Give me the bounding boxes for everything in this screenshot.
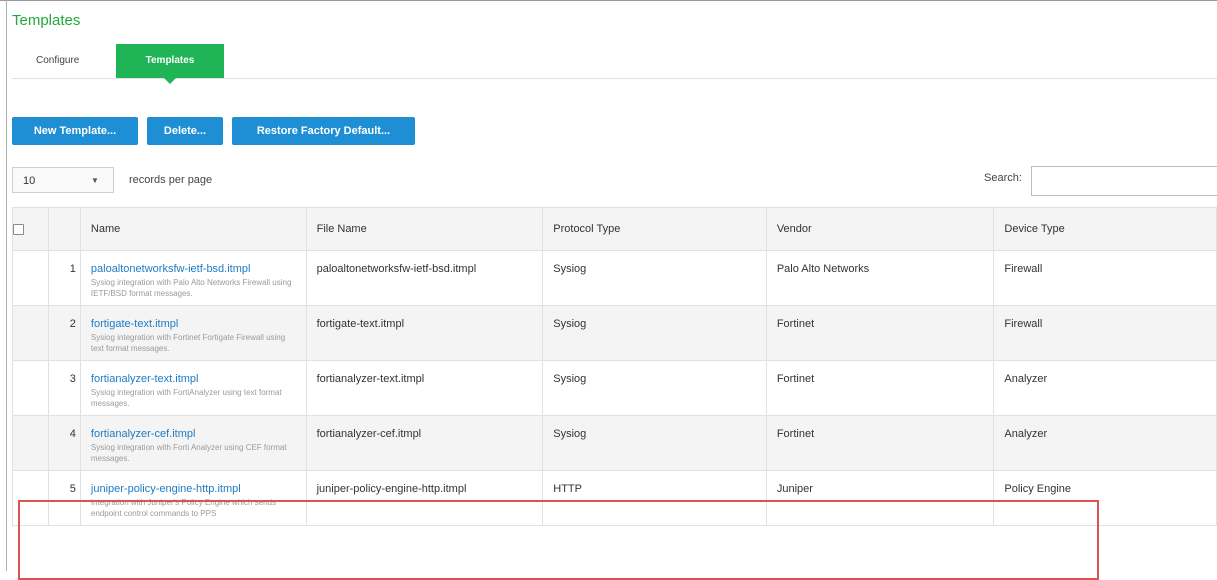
vendor-cell: Palo Alto Networks — [765, 250, 995, 306]
template-description: Integration with Juniper's Policy Engine… — [90, 498, 277, 518]
records-per-page-label: records per page — [129, 174, 213, 186]
table-row[interactable]: 4 fortianalyzer-cef.itmpl Sysiog integra… — [12, 415, 1217, 471]
row-number: 2 — [47, 305, 81, 361]
device-type-column-header[interactable]: Device Type — [993, 207, 1217, 251]
vendor-cell: Juniper — [765, 470, 995, 526]
protocol-type-cell: HTTP — [542, 470, 767, 526]
chevron-down-icon: ▼ — [91, 176, 99, 185]
template-name-link[interactable]: fortigate-text.itmpl — [91, 318, 296, 330]
table-row[interactable]: 1 paloaltonetworksfw-ietf-bsd.itmpl Sysi… — [12, 250, 1217, 306]
protocol-type-cell: Sysiog — [542, 360, 767, 416]
device-type-cell: Analyzer — [993, 415, 1217, 471]
templates-table: Name File Name Protocol Type Vendor Devi… — [12, 207, 1217, 526]
file-name-cell: fortianalyzer-text.itmpl — [305, 360, 544, 416]
window-left-border — [6, 0, 7, 571]
device-type-cell: Analyzer — [993, 360, 1217, 416]
vendor-cell: Fortinet — [765, 360, 995, 416]
select-all-checkbox-icon[interactable] — [13, 223, 24, 235]
row-select-cell[interactable] — [12, 305, 49, 361]
page-title: Templates — [12, 12, 81, 29]
table-row[interactable]: 2 fortigate-text.itmpl Sysiog integratio… — [12, 305, 1217, 361]
restore-factory-default-button[interactable]: Restore Factory Default... — [232, 117, 415, 145]
search-label: Search: — [984, 172, 1022, 184]
protocol-type-cell: Sysiog — [542, 305, 767, 361]
file-name-cell: fortianalyzer-cef.itmpl — [305, 415, 544, 471]
file-name-column-header[interactable]: File Name — [305, 207, 544, 251]
window-top-border — [0, 0, 1217, 1]
name-cell: juniper-policy-engine-http.itmpl Integra… — [79, 470, 307, 526]
file-name-cell: fortigate-text.itmpl — [305, 305, 544, 361]
row-select-cell[interactable] — [12, 415, 49, 471]
template-name-link[interactable]: fortianalyzer-text.itmpl — [91, 373, 296, 385]
file-name-cell: juniper-policy-engine-http.itmpl — [305, 470, 544, 526]
protocol-type-cell: Sysiog — [542, 250, 767, 306]
row-select-cell[interactable] — [12, 250, 49, 306]
template-name-link[interactable]: fortianalyzer-cef.itmpl — [91, 428, 296, 440]
records-per-page-value: 10 — [23, 175, 36, 187]
name-cell: fortianalyzer-text.itmpl Sysiog integrat… — [79, 360, 307, 416]
file-name-cell: paloaltonetworksfw-ietf-bsd.itmpl — [305, 250, 544, 306]
template-description: Sysiog integration with FortiAnalyzer us… — [90, 388, 282, 408]
template-description: Sysiog integration with Palo Alto Networ… — [90, 278, 292, 298]
row-number: 5 — [47, 470, 81, 526]
device-type-cell: Policy Engine — [993, 470, 1217, 526]
new-template-button[interactable]: New Template... — [12, 117, 138, 145]
name-cell: fortianalyzer-cef.itmpl Sysiog integrati… — [79, 415, 307, 471]
row-number: 3 — [47, 360, 81, 416]
tab-configure[interactable]: Configure — [14, 44, 101, 78]
vendor-column-header[interactable]: Vendor — [765, 207, 995, 251]
template-name-link[interactable]: juniper-policy-engine-http.itmpl — [91, 483, 296, 495]
device-type-cell: Firewall — [993, 250, 1217, 306]
row-select-cell[interactable] — [12, 360, 49, 416]
name-cell: fortigate-text.itmpl Sysiog integration … — [79, 305, 307, 361]
template-description: Sysiog integration with Fortinet Fortiga… — [90, 333, 286, 353]
row-number: 4 — [47, 415, 81, 471]
template-name-link[interactable]: paloaltonetworksfw-ietf-bsd.itmpl — [91, 263, 296, 275]
name-cell: paloaltonetworksfw-ietf-bsd.itmpl Sysiog… — [79, 250, 307, 306]
table-row[interactable]: 5 juniper-policy-engine-http.itmpl Integ… — [12, 470, 1217, 526]
name-column-header[interactable]: Name — [79, 207, 307, 251]
select-all-header[interactable] — [12, 207, 49, 251]
delete-button[interactable]: Delete... — [147, 117, 223, 145]
table-row[interactable]: 3 fortianalyzer-text.itmpl Sysiog integr… — [12, 360, 1217, 416]
table-header-row: Name File Name Protocol Type Vendor Devi… — [12, 207, 1217, 251]
template-description: Sysiog integration with Forti Analyzer u… — [90, 443, 287, 463]
search-input[interactable] — [1031, 166, 1217, 196]
row-number: 1 — [47, 250, 81, 306]
row-number-header — [47, 207, 81, 251]
vendor-cell: Fortinet — [765, 415, 995, 471]
protocol-type-cell: Sysiog — [542, 415, 767, 471]
device-type-cell: Firewall — [993, 305, 1217, 361]
tab-bar: Configure Templates — [12, 44, 1217, 84]
toolbar: New Template... Delete... Restore Factory … — [12, 117, 424, 145]
tab-templates[interactable]: Templates — [116, 44, 224, 84]
protocol-type-column-header[interactable]: Protocol Type — [542, 207, 767, 251]
records-per-page-select[interactable]: 10 ▼ — [12, 167, 114, 193]
row-select-cell[interactable] — [12, 470, 49, 526]
vendor-cell: Fortinet — [765, 305, 995, 361]
